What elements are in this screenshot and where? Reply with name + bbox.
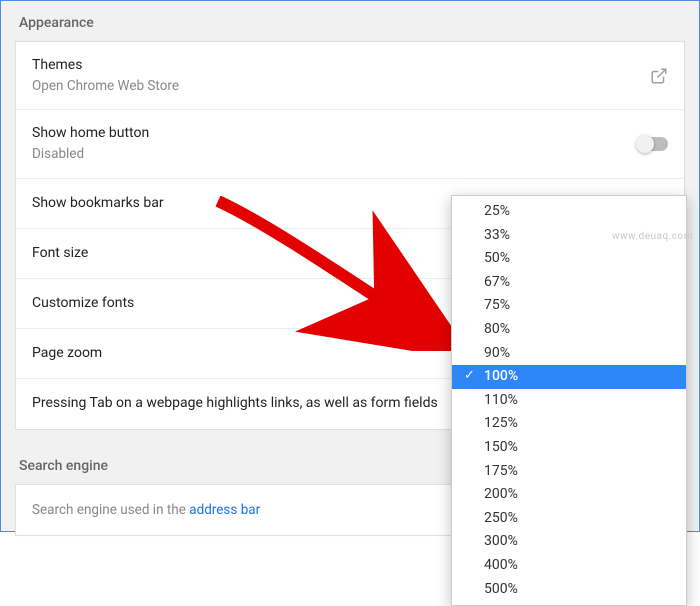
home-button-toggle[interactable]	[638, 137, 668, 151]
zoom-option[interactable]: 25%	[452, 200, 686, 224]
zoom-option[interactable]: 150%	[452, 436, 686, 460]
home-button-title: Show home button	[32, 124, 638, 144]
zoom-option[interactable]: 175%	[452, 460, 686, 484]
home-button-text: Show home button Disabled	[32, 124, 638, 163]
watermark: www.deuaq.com	[612, 231, 693, 242]
external-link-icon	[650, 67, 668, 85]
zoom-option[interactable]: 400%	[452, 554, 686, 578]
home-button-sub: Disabled	[32, 145, 638, 164]
zoom-option[interactable]: 200%	[452, 483, 686, 507]
zoom-option[interactable]: 80%	[452, 318, 686, 342]
themes-title: Themes	[32, 56, 650, 76]
appearance-section-header: Appearance	[1, 1, 699, 41]
zoom-option[interactable]: 500%	[452, 578, 686, 602]
zoom-option[interactable]: 300%	[452, 530, 686, 554]
zoom-option[interactable]: 50%	[452, 247, 686, 271]
zoom-option[interactable]: 75%	[452, 294, 686, 318]
search-engine-prefix: Search engine used in the	[32, 502, 189, 518]
page-zoom-dropdown[interactable]: 25%33%50%67%75%80%90%100%110%125%150%175…	[451, 195, 687, 606]
zoom-option[interactable]: 90%	[452, 342, 686, 366]
themes-sub: Open Chrome Web Store	[32, 77, 650, 96]
address-bar-link[interactable]: address bar	[189, 502, 260, 518]
zoom-option[interactable]: 125%	[452, 412, 686, 436]
home-button-row: Show home button Disabled	[16, 110, 684, 178]
themes-row[interactable]: Themes Open Chrome Web Store	[16, 42, 684, 110]
themes-text: Themes Open Chrome Web Store	[32, 56, 650, 95]
zoom-option[interactable]: 250%	[452, 507, 686, 531]
zoom-option[interactable]: 110%	[452, 389, 686, 413]
zoom-option[interactable]: 67%	[452, 271, 686, 295]
zoom-option[interactable]: 100%	[452, 365, 686, 389]
settings-window: Appearance Themes Open Chrome Web Store …	[0, 0, 700, 532]
